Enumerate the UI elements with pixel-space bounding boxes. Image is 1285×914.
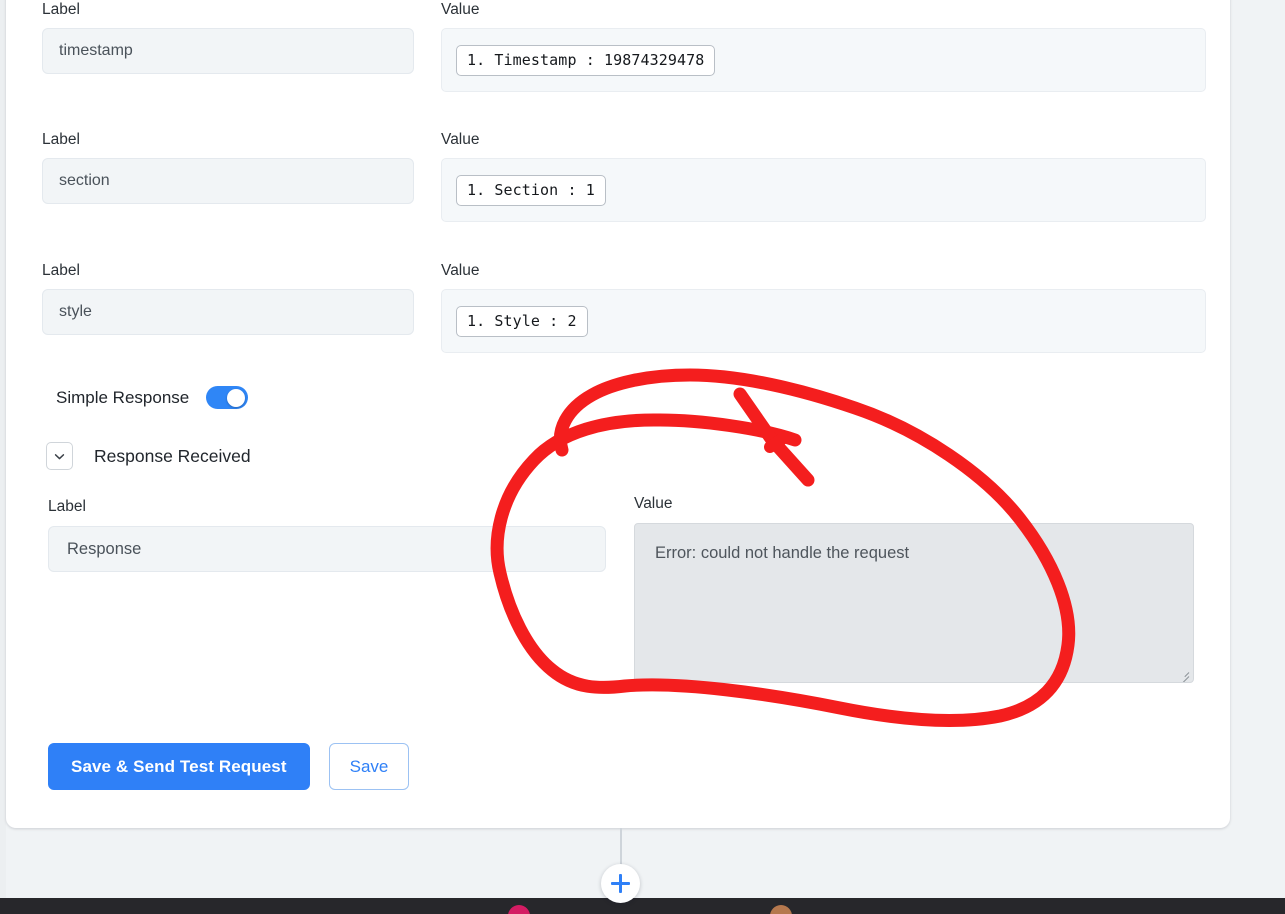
value-column: Value 1. Section : 1 (441, 130, 1206, 222)
app-viewport: Label timestamp Value 1. Timestamp : 198… (0, 0, 1285, 914)
node-config-card: Label timestamp Value 1. Timestamp : 198… (6, 0, 1230, 828)
label-column: Label style (42, 261, 414, 335)
add-node-button[interactable] (601, 864, 640, 903)
value-caption: Value (441, 262, 480, 279)
label-caption: Label (42, 131, 80, 148)
resize-handle-icon[interactable] (1176, 666, 1190, 682)
value-chip[interactable]: 1. Timestamp : 19874329478 (456, 44, 716, 76)
flow-connector-line (620, 828, 622, 866)
response-value-textarea[interactable]: Error: could not handle the request (634, 523, 1194, 683)
response-label-input[interactable]: Response (48, 526, 606, 572)
value-chip-container-section[interactable]: 1. Section : 1 (441, 158, 1206, 222)
label-input-timestamp[interactable]: timestamp (42, 28, 414, 74)
label-caption: Label (42, 262, 80, 279)
label-input-section[interactable]: section (42, 158, 414, 204)
value-chip-container-style[interactable]: 1. Style : 2 (441, 289, 1206, 353)
response-label-column: Label Response (48, 498, 606, 572)
os-taskbar[interactable] (0, 898, 1285, 914)
simple-response-row: Simple Response (56, 386, 249, 409)
save-and-send-test-request-button[interactable]: Save & Send Test Request (48, 743, 310, 790)
simple-response-toggle[interactable] (206, 386, 249, 409)
taskbar-app-icon[interactable] (770, 905, 792, 914)
response-received-section-header[interactable]: Response Received (46, 442, 251, 470)
value-chip-container-timestamp[interactable]: 1. Timestamp : 19874329478 (441, 28, 1206, 92)
value-caption: Value (441, 131, 480, 148)
value-column: Value 1. Timestamp : 19874329478 (441, 0, 1206, 92)
label-input-style[interactable]: style (42, 289, 414, 335)
save-button[interactable]: Save (328, 743, 410, 790)
plus-icon-vertical (618, 874, 623, 893)
response-value-caption: Value (634, 495, 673, 512)
toggle-knob (227, 388, 246, 407)
action-button-row: Save & Send Test Request Save (48, 743, 410, 790)
label-column: Label section (42, 130, 414, 204)
value-chip[interactable]: 1. Section : 1 (456, 174, 606, 206)
label-column: Label timestamp (42, 0, 414, 74)
simple-response-label: Simple Response (56, 387, 190, 407)
label-caption: Label (42, 1, 80, 18)
chevron-down-icon[interactable] (46, 442, 73, 470)
response-error-text: Error: could not handle the request (655, 544, 910, 562)
value-column: Value 1. Style : 2 (441, 261, 1206, 353)
response-received-title: Response Received (94, 445, 251, 466)
value-caption: Value (441, 1, 480, 18)
response-label-caption: Label (48, 498, 86, 515)
response-value-column: Value Error: could not handle the reques… (634, 495, 1194, 683)
value-chip[interactable]: 1. Style : 2 (456, 305, 588, 337)
taskbar-app-icon[interactable] (508, 905, 530, 914)
